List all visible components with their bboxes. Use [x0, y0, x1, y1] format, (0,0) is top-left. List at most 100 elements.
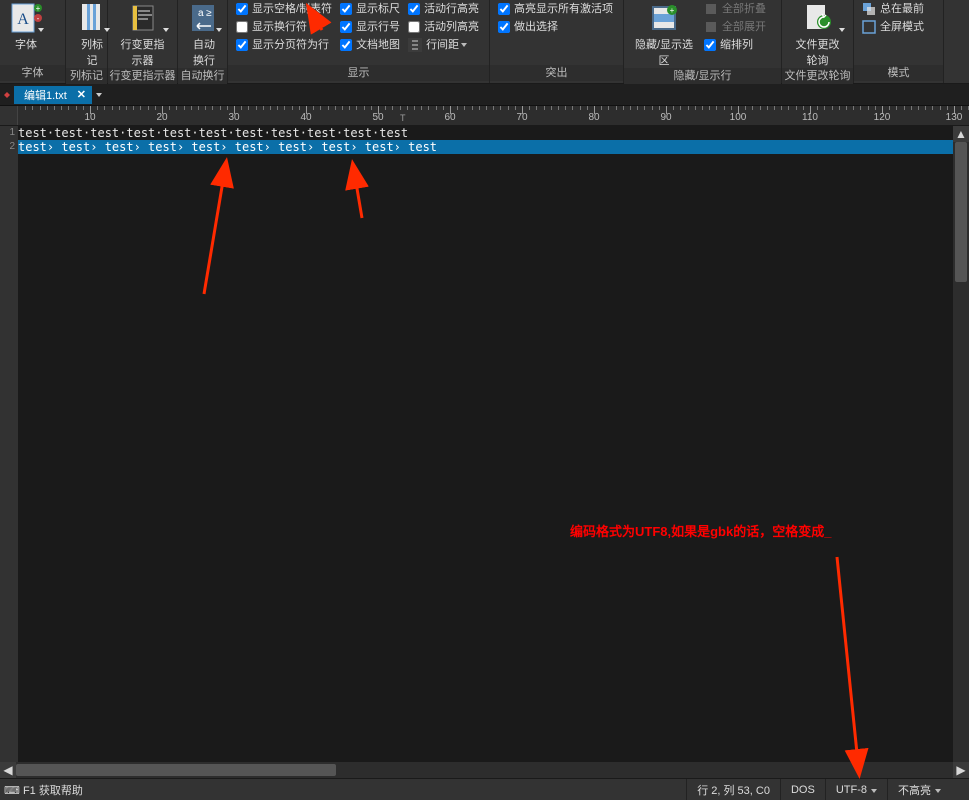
chk-label: 显示分页符为行: [252, 36, 329, 54]
code-area[interactable]: test·test·test·test·test·test·test·test·…: [18, 126, 969, 154]
always-on-top-icon: [862, 2, 876, 16]
chevron-down-icon: [104, 28, 110, 32]
overlay-annotation: 编码格式为UTF8,如果是gbk的话，空格变成_: [570, 521, 831, 540]
font-label: 字体: [15, 36, 37, 52]
group-caption: 突出: [490, 65, 623, 81]
filepoll-label: 文件更改轮询: [792, 36, 843, 68]
scroll-track[interactable]: [953, 142, 969, 762]
item-label: 全部展开: [722, 18, 766, 36]
chk-label: 活动列高亮: [424, 18, 479, 36]
item-label: 全屏模式: [880, 18, 924, 36]
chk-label: 文档地图: [356, 36, 400, 54]
scroll-thumb[interactable]: [955, 142, 967, 282]
chk-label: 显示行号: [356, 18, 400, 36]
expand-all-button[interactable]: 全部展开: [700, 18, 770, 36]
colmark-button[interactable]: 列标记: [70, 0, 114, 68]
vertical-scrollbar[interactable]: ▲ ▼: [953, 126, 969, 778]
eol-text: DOS: [791, 784, 815, 796]
filepoll-button[interactable]: 文件更改轮询: [786, 0, 849, 68]
group-display: 显示空格/制表符 显示换行符 显示分页符为行 显示标尺 显示行号 文档地图 活动…: [228, 0, 490, 83]
linechgind-button[interactable]: 行变更指示器: [112, 0, 173, 68]
svg-text:≥: ≥: [206, 8, 212, 19]
line-number-gutter: 1 2: [0, 126, 18, 778]
group-caption: 显示: [228, 65, 489, 81]
hideselect-label: 隐藏/显示选区: [634, 36, 694, 68]
editor[interactable]: 1 2 test·test·test·test·test·test·test·t…: [0, 126, 969, 778]
colmark-label: 列标记: [76, 36, 108, 68]
modified-indicator-icon: [0, 85, 14, 105]
font-button[interactable]: A+- 字体: [4, 0, 48, 52]
chk-show-line-endings[interactable]: 显示换行符: [232, 18, 336, 36]
group-caption: 模式: [854, 65, 943, 81]
scroll-up-arrow-icon[interactable]: ▲: [953, 126, 969, 142]
item-label: 总在最前: [880, 0, 924, 18]
chevron-down-icon: [38, 28, 44, 32]
group-caption: 列标记: [66, 68, 107, 84]
collapse-all-button[interactable]: 全部折叠: [700, 0, 770, 18]
chk-make-selection[interactable]: 做出选择: [494, 18, 617, 36]
horizontal-scrollbar[interactable]: ◀ ▶: [0, 762, 969, 778]
encoding-text: UTF-8: [836, 784, 867, 796]
svg-text:a: a: [198, 8, 204, 19]
fullscreen-icon: [862, 20, 876, 34]
code-line[interactable]: test·test·test·test·test·test·test·test·…: [18, 126, 969, 140]
status-help: ⌨ F1 获取帮助: [0, 782, 83, 798]
chk-show-page-breaks[interactable]: 显示分页符为行: [232, 36, 336, 54]
chk-active-line-hl[interactable]: 活动行高亮: [404, 0, 483, 18]
chevron-down-icon: [867, 784, 877, 796]
svg-text:+: +: [36, 4, 41, 13]
chevron-down-icon: [931, 784, 941, 796]
status-syntax[interactable]: 不高亮: [887, 779, 951, 800]
chk-label: 做出选择: [514, 18, 558, 36]
group-linechgind: 行变更指示器 行变更指示器: [108, 0, 178, 83]
tab-dropdown-button[interactable]: [92, 86, 106, 104]
autowrap-button[interactable]: a≥ 自动换行: [182, 0, 226, 68]
group-caption: 文件更改轮询: [782, 68, 853, 84]
chk-fullscreen-mode[interactable]: 全屏模式: [858, 18, 928, 36]
line-spacing-button[interactable]: 行间距: [404, 36, 483, 54]
chk-label: 缩排列: [720, 36, 753, 54]
group-caption: 字体: [0, 65, 65, 81]
status-eol[interactable]: DOS: [780, 779, 825, 800]
scroll-right-arrow-icon[interactable]: ▶: [953, 762, 969, 778]
chk-label: 显示标尺: [356, 0, 400, 18]
chk-highlight-all-active[interactable]: 高亮显示所有激活项: [494, 0, 617, 18]
keyboard-icon: ⌨: [4, 785, 20, 797]
pos-text: 行 2, 列 53, C0: [697, 782, 770, 798]
scroll-track[interactable]: [16, 762, 953, 778]
chk-label: 活动行高亮: [424, 0, 479, 18]
line-number: 2: [0, 140, 15, 154]
ruler: 102030405060708090100110120130 T: [0, 106, 969, 126]
chk-collapse-columns[interactable]: 缩排列: [700, 36, 770, 54]
code-line[interactable]: test› test› test› test› test› test› test…: [18, 140, 969, 154]
autowrap-label: 自动换行: [188, 36, 220, 68]
file-tab[interactable]: 编辑1.txt ✕: [14, 86, 92, 104]
tab-close-button[interactable]: ✕: [77, 88, 86, 101]
expand-all-icon: [704, 20, 718, 34]
chk-label: 显示空格/制表符: [252, 0, 332, 18]
scroll-left-arrow-icon[interactable]: ◀: [0, 762, 16, 778]
collapse-all-icon: [704, 2, 718, 16]
item-label: 全部折叠: [722, 0, 766, 18]
chk-show-spaces-tabs[interactable]: 显示空格/制表符: [232, 0, 336, 18]
chevron-down-icon: [216, 28, 222, 32]
chk-active-col-hl[interactable]: 活动列高亮: [404, 18, 483, 36]
chk-show-ruler[interactable]: 显示标尺: [336, 0, 404, 18]
group-autowrap: a≥ 自动换行 自动换行: [178, 0, 228, 83]
file-poll-icon: [802, 2, 834, 34]
tab-bar: 编辑1.txt ✕: [0, 84, 969, 106]
chevron-down-icon: [839, 28, 845, 32]
help-text: F1 获取帮助: [23, 785, 83, 797]
group-colmark: 列标记 列标记: [66, 0, 108, 83]
chk-always-on-top[interactable]: 总在最前: [858, 0, 928, 18]
status-position[interactable]: 行 2, 列 53, C0: [686, 779, 780, 800]
status-bar: ⌨ F1 获取帮助 行 2, 列 53, C0 DOS UTF-8 不高亮: [0, 778, 969, 800]
status-encoding[interactable]: UTF-8: [825, 779, 887, 800]
line-number: 1: [0, 126, 15, 140]
chk-document-map[interactable]: 文档地图: [336, 36, 404, 54]
scroll-thumb[interactable]: [16, 764, 336, 776]
svg-text:-: -: [37, 14, 40, 23]
chk-show-line-numbers[interactable]: 显示行号: [336, 18, 404, 36]
hideselect-button[interactable]: + 隐藏/显示选区: [628, 0, 700, 68]
group-filepoll: 文件更改轮询 文件更改轮询: [782, 0, 854, 83]
